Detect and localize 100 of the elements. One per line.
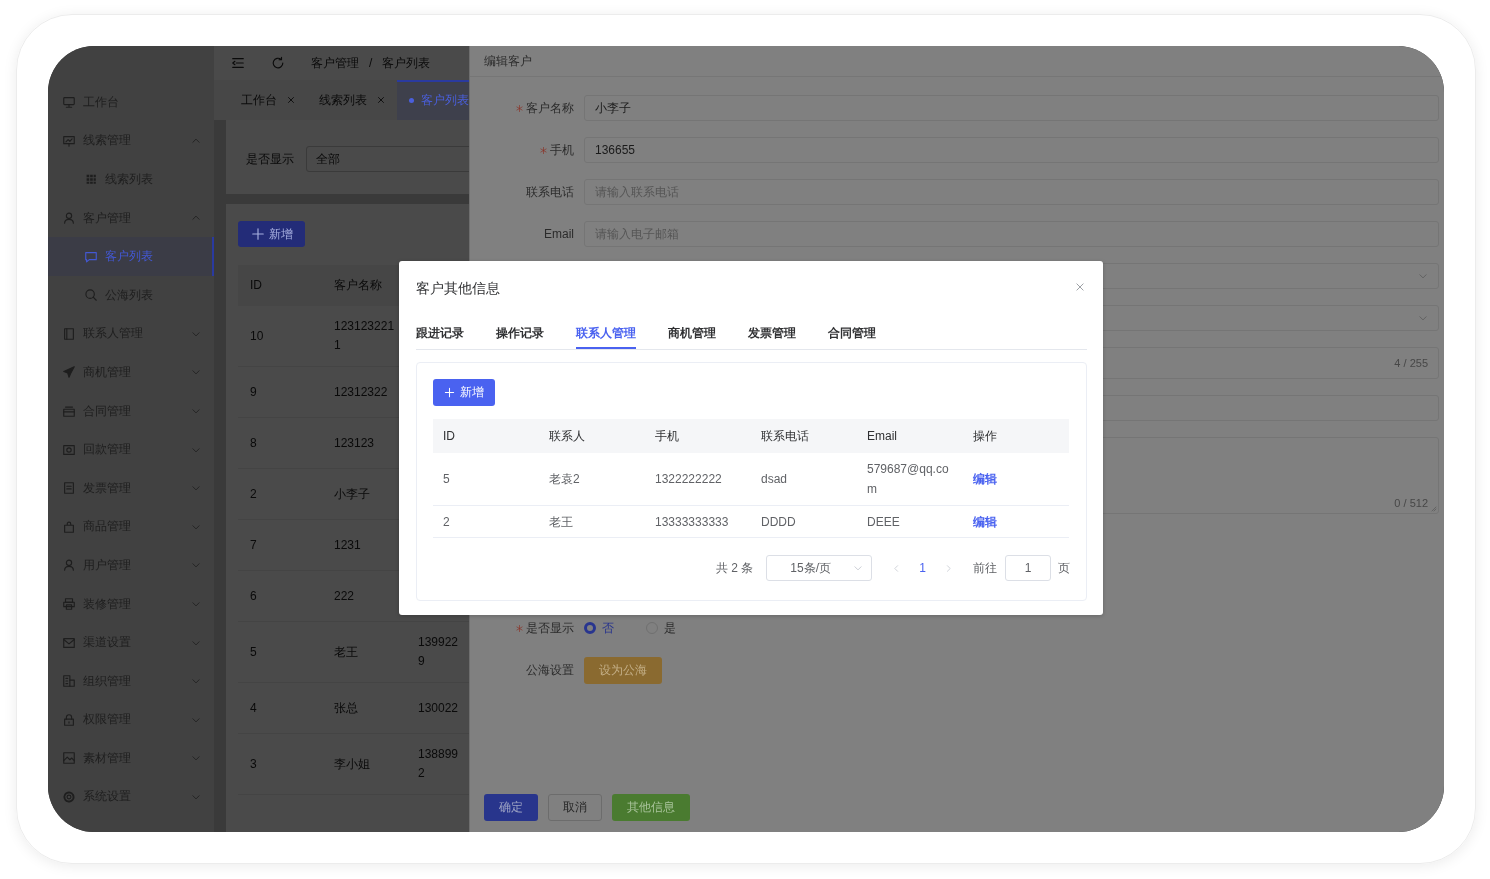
- table-cell-text: 8: [249, 434, 258, 452]
- table-cell-text: 老袁2: [549, 471, 581, 488]
- add-button[interactable]: 新增: [433, 379, 495, 406]
- breadcrumb-separator: /: [369, 56, 373, 70]
- table-cell-text: 5: [443, 471, 451, 488]
- table-cell-text: 4: [249, 699, 258, 717]
- person-icon: [62, 558, 76, 573]
- money-icon: [62, 442, 76, 457]
- cancel-button[interactable]: 取消: [548, 794, 602, 821]
- table-cell-text: 123123221 1: [333, 318, 396, 354]
- chart-board-icon: [62, 133, 76, 148]
- table-cell-text: 138899 2: [417, 746, 460, 782]
- breadcrumb-item[interactable]: 客户管理: [311, 54, 359, 72]
- table-cell-text: 9: [249, 383, 258, 401]
- page-size-select[interactable]: 15条/页: [766, 555, 873, 581]
- image-icon: [62, 751, 76, 766]
- close-icon: [1075, 282, 1085, 292]
- radio-option[interactable]: 否: [584, 619, 614, 637]
- table-cell-text: 579687@qq.com: [867, 461, 950, 498]
- person-icon: [62, 211, 76, 226]
- table-cell-text: 老王: [333, 643, 359, 661]
- field-label: Email: [544, 227, 574, 241]
- field-label: 联系电话: [526, 183, 574, 201]
- field-label: 客户名称: [526, 99, 574, 117]
- edit-link[interactable]: 编辑: [973, 472, 997, 486]
- settings-icon: [62, 790, 76, 804]
- column-header: 操作: [963, 419, 1069, 453]
- table-cell-text: 130022: [417, 699, 460, 717]
- table-cell-text: 12312322: [333, 383, 389, 401]
- resize-handle-icon: [1431, 506, 1437, 512]
- tab[interactable]: 发票管理: [748, 317, 796, 349]
- chevron-right-icon: [944, 563, 953, 573]
- chat-bubble-icon: [84, 249, 98, 264]
- field-label: 手机: [550, 141, 574, 159]
- table-cell-text: 1231: [333, 536, 362, 554]
- table-cell-text: 222: [333, 587, 356, 605]
- filter-select[interactable]: 全部: [306, 146, 469, 172]
- column-header: ID: [433, 419, 539, 453]
- table-cell-text: DDDD: [761, 513, 797, 531]
- add-button[interactable]: 新增: [238, 221, 305, 247]
- table-cell-text: 老王: [549, 513, 574, 531]
- column-header: 手机: [645, 419, 751, 453]
- paper-plane-icon: [62, 365, 76, 380]
- tab[interactable]: 跟进记录: [416, 317, 464, 349]
- public-pool-button[interactable]: 设为公海: [584, 657, 662, 684]
- table-cell-text: 123123: [333, 434, 376, 452]
- table-cell-text: 张总: [333, 699, 359, 717]
- more-info-button[interactable]: 其他信息: [612, 794, 690, 821]
- table-cell-text: 6: [249, 587, 258, 605]
- page-tab[interactable]: 客户列表: [397, 80, 469, 120]
- grid-icon: [84, 172, 98, 187]
- total-count: 共 2 条: [715, 559, 754, 577]
- table-cell-text: 3: [249, 755, 258, 773]
- close-icon: [287, 96, 295, 104]
- caret-down-icon: [1418, 271, 1428, 281]
- menu-icon: [231, 56, 245, 70]
- goto-label: 前往: [973, 559, 997, 577]
- building-icon: [62, 674, 76, 689]
- table-cell-text: 139922 9: [417, 634, 460, 670]
- search-icon: [84, 288, 98, 303]
- printer-icon: [62, 597, 76, 611]
- monitor-icon: [62, 95, 76, 110]
- confirm-button[interactable]: 确定: [484, 794, 538, 821]
- envelope-icon: [62, 635, 76, 650]
- table-cell-text: 李小姐: [333, 755, 371, 773]
- field-label: 是否显示: [526, 619, 574, 637]
- tab[interactable]: 合同管理: [828, 317, 876, 349]
- table-cell-text: 小李子: [333, 485, 371, 503]
- column-header: Email: [857, 419, 963, 453]
- sidebar-item[interactable]: 客户列表: [48, 237, 214, 276]
- tab[interactable]: 商机管理: [668, 317, 716, 349]
- tray-icon: [62, 404, 76, 419]
- tab[interactable]: 联系人管理: [576, 317, 636, 349]
- table-cell-text: DEEE: [867, 513, 901, 531]
- dialog-title: 客户其他信息: [416, 279, 500, 298]
- receipt-icon: [62, 481, 76, 496]
- table-cell-text: 10: [249, 327, 265, 345]
- tab[interactable]: 操作记录: [496, 317, 544, 349]
- bag-icon: [62, 519, 76, 534]
- page-tab[interactable]: 线索列表: [307, 80, 397, 120]
- radio-option[interactable]: 是: [646, 619, 676, 637]
- text-field[interactable]: 136655: [584, 137, 1439, 163]
- page-input[interactable]: 1: [1005, 555, 1051, 581]
- page-tab[interactable]: 工作台: [229, 80, 307, 120]
- text-field[interactable]: 小李子: [584, 95, 1439, 121]
- page-number[interactable]: 1: [919, 561, 926, 575]
- table-cell-text: 1322222222: [655, 471, 723, 488]
- plus-icon: [250, 227, 265, 241]
- table-cell-text: 5: [249, 643, 258, 661]
- drawer-title: 编辑客户: [484, 52, 532, 70]
- caret-down-icon: [853, 563, 864, 573]
- caret-down-icon: [1418, 313, 1428, 323]
- breadcrumb-item[interactable]: 客户列表: [382, 54, 431, 72]
- filter-label: 是否显示: [246, 150, 294, 168]
- table-cell-text: dsad: [761, 471, 789, 488]
- refresh-icon: [271, 56, 285, 70]
- book-icon: [62, 326, 76, 341]
- field-label: 公海设置: [526, 661, 574, 679]
- plus-icon: [444, 387, 455, 398]
- edit-link[interactable]: 编辑: [973, 514, 997, 529]
